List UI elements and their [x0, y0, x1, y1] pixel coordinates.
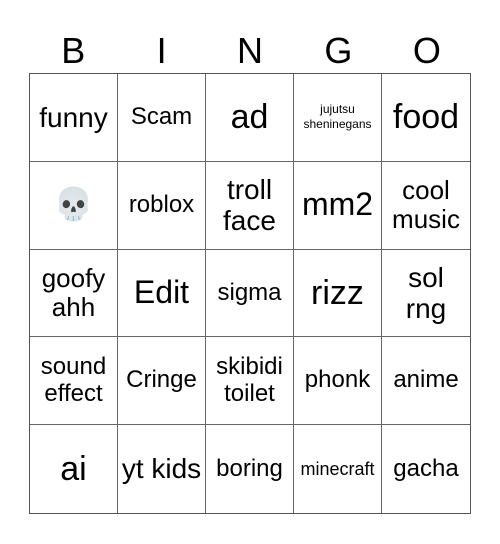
- bingo-cell[interactable]: Cringe: [118, 337, 206, 426]
- bingo-cell[interactable]: anime: [382, 337, 470, 426]
- bingo-cell[interactable]: mm2: [294, 161, 382, 250]
- bingo-board: funny Scam ad jujutsu sheninegans food 💀…: [29, 73, 471, 514]
- header-letter-i: I: [156, 30, 167, 71]
- header-letter-g: G: [324, 30, 353, 71]
- bingo-cell[interactable]: sol rng: [382, 250, 470, 338]
- bingo-cell[interactable]: boring: [206, 425, 294, 513]
- bingo-cell[interactable]: rizz: [294, 249, 382, 338]
- bingo-cell[interactable]: yt kids: [118, 425, 206, 513]
- bingo-cell[interactable]: jujutsu sheninegans: [294, 74, 382, 162]
- bingo-cell[interactable]: goofy ahh: [30, 249, 118, 338]
- bingo-cell[interactable]: sound effect: [30, 337, 118, 426]
- bingo-header: B I N G O: [29, 28, 471, 74]
- bingo-cell[interactable]: minecraft: [294, 425, 382, 513]
- header-letter-b: B: [61, 30, 86, 71]
- bingo-cell[interactable]: ai: [30, 425, 118, 513]
- bingo-cell[interactable]: funny: [30, 74, 118, 162]
- bingo-cell[interactable]: phonk: [294, 337, 382, 426]
- skull-icon[interactable]: 💀: [30, 161, 118, 250]
- bingo-cell[interactable]: sigma: [206, 249, 294, 338]
- bingo-cell[interactable]: gacha: [382, 425, 470, 513]
- bingo-cell[interactable]: Scam: [118, 74, 206, 162]
- bingo-cell[interactable]: skibidi toilet: [206, 337, 294, 426]
- bingo-cell[interactable]: food: [382, 74, 470, 162]
- bingo-cell[interactable]: roblox: [118, 161, 206, 250]
- bingo-cell[interactable]: cool music: [382, 162, 470, 250]
- bingo-cell[interactable]: Edit: [118, 249, 206, 338]
- header-letter-n: N: [237, 30, 264, 71]
- bingo-cell[interactable]: ad: [206, 74, 294, 162]
- header-letter-o: O: [412, 30, 441, 71]
- bingo-cell[interactable]: troll face: [206, 161, 294, 250]
